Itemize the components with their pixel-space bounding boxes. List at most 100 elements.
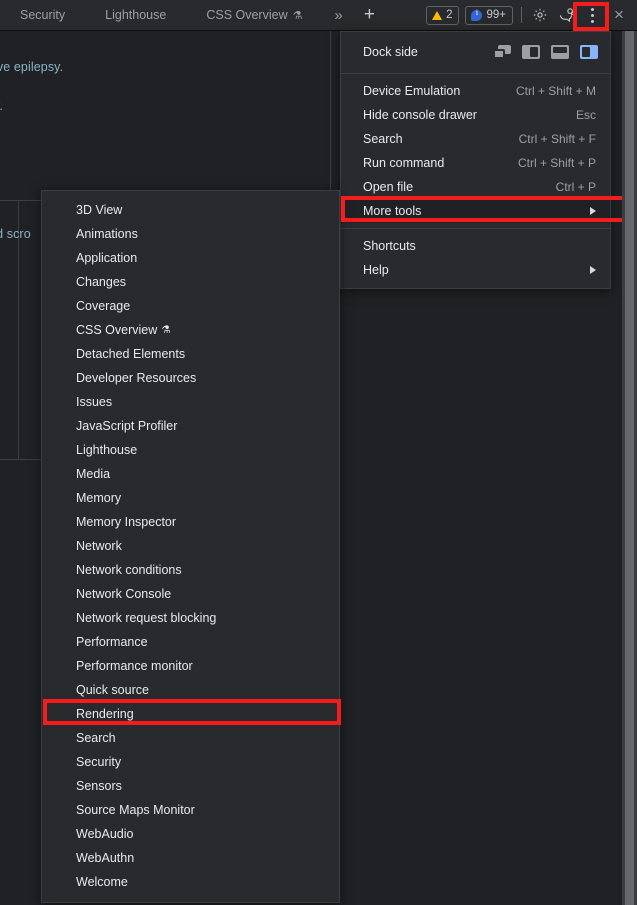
menu-item-search[interactable]: Search Ctrl + Shift + F: [341, 127, 610, 151]
more-options-button[interactable]: [579, 2, 605, 28]
submenu-item-network-label: Network: [76, 539, 122, 553]
submenu-item-rendering-label: Rendering: [76, 707, 134, 721]
submenu-item-performance[interactable]: Performance: [42, 630, 339, 654]
submenu-item-memory-inspector[interactable]: Memory Inspector: [42, 510, 339, 534]
issues-badge[interactable]: 99+: [465, 5, 513, 25]
submenu-item-search-label: Search: [76, 731, 116, 745]
menu-item-search-shortcut: Ctrl + Shift + F: [518, 132, 596, 146]
more-tools-submenu: 3D View Animations Application Changes Cover…: [41, 190, 340, 903]
submenu-item-developer-resources[interactable]: Developer Resources: [42, 366, 339, 390]
dot-3: [590, 19, 594, 23]
submenu-item-memory[interactable]: Memory: [42, 486, 339, 510]
submenu-item-javascript-profiler[interactable]: JavaScript Profiler: [42, 414, 339, 438]
submenu-item-media[interactable]: Media: [42, 462, 339, 486]
warning-badge[interactable]: 2: [426, 5, 460, 25]
submenu-item-javascript-profiler-label: JavaScript Profiler: [76, 419, 178, 433]
submenu-item-css-overview[interactable]: CSS Overview ⚗: [42, 318, 339, 342]
submenu-item-performance-monitor-label: Performance monitor: [76, 659, 193, 673]
submenu-item-detached-elements-label: Detached Elements: [76, 347, 186, 361]
devtools-tab-bar: Security Lighthouse CSS Overview ⚗ » + 2…: [0, 0, 637, 31]
submenu-arrow-icon: [590, 207, 596, 215]
tab-security-label: Security: [20, 8, 66, 22]
submenu-item-quick-source-label: Quick source: [76, 683, 149, 697]
submenu-item-application[interactable]: Application: [42, 246, 339, 270]
close-devtools-button[interactable]: ×: [605, 2, 633, 28]
submenu-item-sensors-label: Sensors: [76, 779, 122, 793]
submenu-item-webaudio-label: WebAudio: [76, 827, 134, 841]
info-bubble-icon: [471, 8, 483, 21]
menu-item-device-emulation-shortcut: Ctrl + Shift + M: [515, 84, 596, 98]
submenu-item-security-label: Security: [76, 755, 122, 769]
menu-item-run-command[interactable]: Run command Ctrl + Shift + P: [341, 151, 610, 175]
feedback-button[interactable]: [553, 2, 579, 28]
undock-into-separate-window-icon[interactable]: [493, 45, 511, 59]
submenu-item-issues[interactable]: Issues: [42, 390, 339, 414]
submenu-item-coverage-label: Coverage: [76, 299, 131, 313]
panel-horizontal-divider-secondary: [0, 459, 42, 460]
submenu-item-welcome[interactable]: Welcome: [42, 870, 339, 894]
menu-separator-1: [341, 73, 610, 74]
dock-to-bottom-icon[interactable]: [551, 45, 569, 59]
menu-item-shortcuts-label: Shortcuts: [363, 239, 416, 253]
add-tab-plus-icon[interactable]: +: [354, 0, 384, 30]
submenu-item-network-console[interactable]: Network Console: [42, 582, 339, 606]
issues-count: 99+: [486, 9, 506, 21]
feedback-icon: [559, 8, 574, 23]
menu-item-more-tools-label: More tools: [363, 204, 422, 218]
submenu-item-developer-resources-label: Developer Resources: [76, 371, 197, 385]
submenu-item-performance-label: Performance: [76, 635, 148, 649]
submenu-item-coverage[interactable]: Coverage: [42, 294, 339, 318]
dock-side-row: Dock side: [341, 36, 610, 68]
menu-item-hide-console-drawer-label: Hide console drawer: [363, 108, 477, 122]
submenu-item-rendering[interactable]: Rendering: [42, 702, 339, 726]
menu-item-hide-console-drawer[interactable]: Hide console drawer Esc: [341, 103, 610, 127]
submenu-item-detached-elements[interactable]: Detached Elements: [42, 342, 339, 366]
menu-item-shortcuts[interactable]: Shortcuts: [341, 234, 610, 258]
dock-side-label: Dock side: [363, 45, 418, 59]
menu-item-open-file-shortcut: Ctrl + P: [555, 180, 596, 194]
submenu-item-source-maps-monitor[interactable]: Source Maps Monitor: [42, 798, 339, 822]
submenu-item-network-request-blocking-label: Network request blocking: [76, 611, 217, 625]
submenu-item-webauthn[interactable]: WebAuthn: [42, 846, 339, 870]
menu-item-more-tools[interactable]: More tools: [341, 199, 610, 223]
tab-overflow-chevron-icon[interactable]: »: [322, 0, 354, 30]
menu-item-help[interactable]: Help: [341, 258, 610, 282]
submenu-item-quick-source[interactable]: Quick source: [42, 678, 339, 702]
submenu-item-animations-label: Animations: [76, 227, 138, 241]
submenu-item-network[interactable]: Network: [42, 534, 339, 558]
dock-to-right-icon[interactable]: [580, 45, 598, 59]
submenu-item-source-maps-monitor-label: Source Maps Monitor: [76, 803, 195, 817]
dock-to-left-icon[interactable]: [522, 45, 540, 59]
submenu-item-webauthn-label: WebAuthn: [76, 851, 135, 865]
menu-item-search-label: Search: [363, 132, 403, 146]
tab-security[interactable]: Security: [0, 0, 85, 30]
warning-triangle-icon: [432, 10, 443, 20]
tab-lighthouse[interactable]: Lighthouse: [85, 0, 186, 30]
submenu-item-sensors[interactable]: Sensors: [42, 774, 339, 798]
menu-item-open-file-label: Open file: [363, 180, 414, 194]
menu-item-open-file[interactable]: Open file Ctrl + P: [341, 175, 610, 199]
background-text-line-1: ive epilepsy.: [0, 60, 64, 74]
submenu-item-network-conditions[interactable]: Network conditions: [42, 558, 339, 582]
submenu-item-3d-view[interactable]: 3D View: [42, 198, 339, 222]
help-submenu-arrow-icon: [590, 266, 596, 274]
settings-button[interactable]: [527, 2, 553, 28]
submenu-item-security[interactable]: Security: [42, 750, 339, 774]
vertical-scrollbar-thumb[interactable]: [625, 31, 634, 905]
menu-separator-2: [341, 228, 610, 229]
tab-lighthouse-label: Lighthouse: [105, 8, 167, 22]
submenu-item-webaudio[interactable]: WebAudio: [42, 822, 339, 846]
submenu-item-welcome-label: Welcome: [76, 875, 128, 889]
submenu-item-performance-monitor[interactable]: Performance monitor: [42, 654, 339, 678]
submenu-item-search[interactable]: Search: [42, 726, 339, 750]
dot-1: [590, 7, 594, 11]
submenu-item-animations[interactable]: Animations: [42, 222, 339, 246]
submenu-item-network-conditions-label: Network conditions: [76, 563, 182, 577]
submenu-item-network-request-blocking[interactable]: Network request blocking: [42, 606, 339, 630]
dock-side-options: [493, 45, 598, 59]
menu-item-device-emulation[interactable]: Device Emulation Ctrl + Shift + M: [341, 79, 610, 103]
submenu-item-changes[interactable]: Changes: [42, 270, 339, 294]
tab-css-overview[interactable]: CSS Overview ⚗: [186, 0, 322, 30]
submenu-item-css-overview-label: CSS Overview: [76, 323, 158, 337]
submenu-item-lighthouse[interactable]: Lighthouse: [42, 438, 339, 462]
